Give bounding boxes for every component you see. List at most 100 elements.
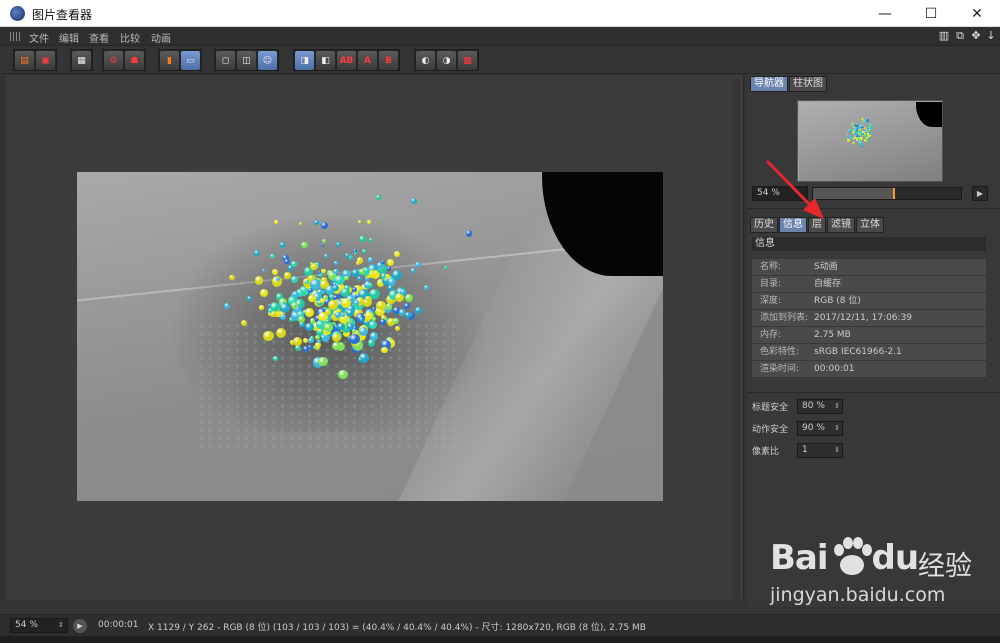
thumbnail-particle: [856, 139, 858, 141]
status-time: 00:00:01: [98, 620, 139, 630]
info-row-memory: 内存: 2.75 MB: [752, 327, 986, 343]
toolbar-group-compare: ◨ ◧ AB A B: [293, 49, 400, 71]
menu-compare[interactable]: 比较: [120, 30, 140, 45]
thumbnail-particle: [869, 131, 872, 134]
set-a-button[interactable]: A: [358, 51, 377, 70]
new-window-icon[interactable]: ⧉: [953, 29, 967, 43]
info-row-depth: 深度: RGB (8 位): [752, 293, 986, 309]
navigator-zoom-input[interactable]: 54 %: [752, 186, 808, 201]
particle-sphere: [305, 307, 315, 317]
particle-sphere: [309, 318, 316, 324]
minimize-button[interactable]: —: [862, 0, 908, 27]
stereo-film-icon[interactable]: ▩: [458, 51, 477, 70]
save-file-icon[interactable]: ▣: [36, 51, 55, 70]
particle-sphere: [380, 273, 387, 279]
status-zoom-select[interactable]: 54 % ⇕: [10, 618, 68, 633]
stepper-arrows-icon[interactable]: ⇕: [834, 444, 840, 457]
stepper-arrows-icon[interactable]: ⇕: [834, 400, 840, 413]
menu-edit[interactable]: 编辑: [59, 30, 79, 45]
tab-layers[interactable]: 层: [808, 217, 826, 233]
view-overlay-icon[interactable]: ◫: [237, 51, 256, 70]
tab-filter[interactable]: 滤镜: [827, 217, 855, 233]
menu-view[interactable]: 查看: [89, 30, 109, 45]
stepper-arrows-icon[interactable]: ⇕: [58, 619, 64, 632]
particle-sphere: [279, 242, 286, 248]
menu-animation[interactable]: 动画: [151, 30, 171, 45]
navigator-thumbnail[interactable]: [797, 100, 943, 182]
viewer-scrollbar[interactable]: [732, 79, 740, 599]
zoom-play-icon[interactable]: ▶: [972, 186, 988, 201]
navigator-zoom-row: 54 % ▶: [752, 186, 989, 202]
particle-sphere: [259, 305, 264, 310]
window-title: 图片查看器: [32, 8, 93, 22]
pixel-ratio-stepper[interactable]: 1 ⇕: [797, 443, 843, 458]
particle-sphere: [308, 337, 314, 344]
info-row-color-profile: 色彩特性: sRGB IEC61966-2.1: [752, 344, 986, 360]
particle-sphere: [318, 356, 328, 367]
play-icon[interactable]: ▶: [73, 619, 87, 633]
thumbnail-particle: [847, 139, 850, 142]
compare-split-icon[interactable]: ◧: [316, 51, 335, 70]
particle-sphere: [356, 275, 362, 281]
particle-sphere: [371, 306, 376, 312]
title-safe-stepper[interactable]: 80 % ⇕: [797, 399, 843, 414]
view-person-icon[interactable]: ☺: [258, 51, 277, 70]
particle-sphere: [353, 251, 357, 255]
tab-info[interactable]: 信息: [779, 217, 807, 233]
grid-icon[interactable]: ▦: [72, 51, 91, 70]
particle-sphere: [404, 294, 413, 302]
particle-sphere: [415, 262, 421, 268]
compare-ab-icon[interactable]: ◨: [295, 51, 314, 70]
render-settings-icon[interactable]: ⚙: [104, 51, 123, 70]
particle-sphere: [279, 303, 290, 313]
tab-stereo[interactable]: 立体: [856, 217, 884, 233]
particle-sphere: [466, 230, 473, 237]
tab-history[interactable]: 历史: [750, 217, 778, 233]
particle-sphere: [365, 295, 371, 302]
toolbar-group-view: ◻ ◫ ☺: [214, 49, 279, 71]
navigator-view-frame[interactable]: [798, 101, 942, 181]
info-row-render-time: 渲染时间: 00:00:01: [752, 361, 986, 377]
pixel-ratio-label: 像素比: [752, 447, 780, 457]
particle-sphere: [351, 329, 356, 333]
menu-file[interactable]: 文件: [29, 30, 49, 45]
title-bar: 图片查看器 — ☐ ✕: [0, 0, 1000, 27]
layout-panel-icon[interactable]: ▥: [937, 29, 951, 43]
particle-sphere: [444, 265, 448, 270]
particle-sphere: [385, 303, 392, 310]
stereo-right-icon[interactable]: ◑: [437, 51, 456, 70]
thumbnail-particle: [846, 136, 848, 139]
move-icon[interactable]: ✥: [969, 29, 983, 43]
close-button[interactable]: ✕: [954, 0, 1000, 27]
thumbnail-particle: [853, 123, 856, 127]
layers-icon[interactable]: ▭: [181, 51, 200, 70]
tab-histogram[interactable]: 柱状图: [789, 76, 827, 92]
particle-sphere: [375, 300, 386, 311]
render-person-icon[interactable]: ☗: [125, 51, 144, 70]
view-single-icon[interactable]: ◻: [216, 51, 235, 70]
particle-sphere: [381, 346, 388, 354]
cinema4d-app-icon: [10, 6, 25, 21]
particle-sphere: [376, 195, 382, 201]
channels-icon[interactable]: ▮: [160, 51, 179, 70]
set-ab-button[interactable]: AB: [337, 51, 356, 70]
particle-sphere: [290, 340, 295, 345]
tab-navigator[interactable]: 导航器: [750, 76, 788, 92]
navigator-zoom-slider[interactable]: [812, 187, 962, 200]
action-safe-row: 动作安全 90 % ⇕: [752, 421, 912, 437]
thumbnail-particle: [863, 138, 868, 142]
zoom-slider-handle[interactable]: [893, 188, 895, 199]
action-safe-label: 动作安全: [752, 425, 789, 435]
stepper-arrows-icon[interactable]: ⇕: [834, 422, 840, 435]
stereo-left-icon[interactable]: ◐: [416, 51, 435, 70]
arrow-down-icon[interactable]: ↓: [984, 29, 998, 43]
particle-sphere: [312, 345, 316, 349]
title-safe-label: 标题安全: [752, 403, 789, 413]
set-b-button[interactable]: B: [379, 51, 398, 70]
particle-sphere: [414, 307, 422, 315]
particle-sphere: [411, 197, 418, 204]
open-file-icon[interactable]: ▤: [15, 51, 34, 70]
particle-sphere: [254, 276, 264, 285]
maximize-button[interactable]: ☐: [908, 0, 954, 27]
action-safe-stepper[interactable]: 90 % ⇕: [797, 421, 843, 436]
